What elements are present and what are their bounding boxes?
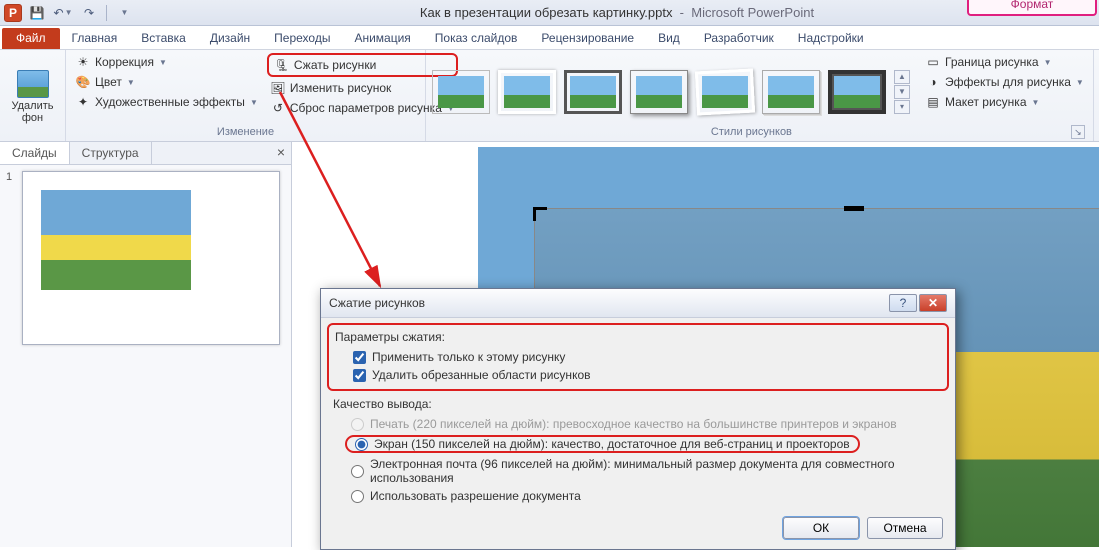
remove-background-button[interactable]: Удалить фон	[6, 53, 59, 141]
style-thumb[interactable]	[498, 70, 556, 114]
app-logo-icon: P	[4, 4, 22, 22]
quality-document-input[interactable]	[351, 490, 364, 503]
tab-animations[interactable]: Анимация	[342, 27, 422, 49]
slide-thumbnail[interactable]: 1	[6, 171, 285, 345]
tab-addins[interactable]: Надстройки	[786, 27, 876, 49]
quality-email-radio[interactable]: Электронная почта (96 пикселей на дюйм):…	[333, 455, 943, 487]
style-thumb[interactable]	[762, 70, 820, 114]
slides-tab[interactable]: Слайды	[0, 142, 70, 164]
cancel-button[interactable]: Отмена	[867, 517, 943, 539]
artistic-effects-icon: ✦	[75, 94, 91, 110]
apply-only-checkbox[interactable]: Применить только к этому рисунку	[335, 348, 941, 366]
ok-button[interactable]: ОК	[783, 517, 859, 539]
color-button[interactable]: 🎨Цвет▼	[72, 73, 261, 91]
ribbon-tabs: Файл Главная Вставка Дизайн Переходы Ани…	[0, 26, 1099, 50]
picture-border-button[interactable]: ▭Граница рисунка▼	[922, 53, 1087, 71]
filename: Как в презентации обрезать картинку.pptx	[420, 5, 673, 20]
highlight-params: Параметры сжатия: Применить только к это…	[327, 323, 949, 391]
remove-bg-label2: фон	[22, 112, 43, 124]
apply-only-input[interactable]	[353, 351, 366, 364]
corrections-icon: ☀	[75, 54, 91, 70]
delete-cropped-input[interactable]	[353, 369, 366, 382]
tab-review[interactable]: Рецензирование	[529, 27, 646, 49]
artistic-effects-button[interactable]: ✦Художественные эффекты▼	[72, 93, 261, 111]
tab-developer[interactable]: Разработчик	[692, 27, 786, 49]
quality-screen-input[interactable]	[355, 438, 368, 451]
style-thumb[interactable]	[564, 70, 622, 114]
adjust-group-label: Изменение	[72, 124, 419, 141]
thumbnail-image	[41, 190, 191, 290]
effects-icon: ◑	[925, 74, 941, 90]
dialog-close-button[interactable]: ✕	[919, 294, 947, 312]
picture-layout-button[interactable]: ▤Макет рисунка▼	[922, 93, 1087, 111]
dialog-help-button[interactable]: ?	[889, 294, 917, 312]
tab-file[interactable]: Файл	[2, 28, 60, 49]
highlight-screen-quality: Экран (150 пикселей на дюйм): качество, …	[345, 435, 860, 453]
tab-design[interactable]: Дизайн	[198, 27, 262, 49]
tab-format[interactable]: Формат	[967, 0, 1097, 16]
crop-handle[interactable]	[533, 207, 547, 221]
change-picture-icon: 🖼	[270, 80, 286, 96]
quality-document-radio[interactable]: Использовать разрешение документа	[333, 487, 943, 505]
layout-icon: ▤	[925, 94, 941, 110]
app-name: Microsoft PowerPoint	[691, 5, 814, 20]
style-thumb[interactable]	[828, 70, 886, 114]
ribbon: Удалить фон ☀Коррекция▼ 🎨Цвет▼ ✦Художест…	[0, 50, 1099, 142]
crop-handle[interactable]	[844, 206, 864, 211]
title-bar: P 💾 ↶▼ ↷ ▼ Как в презентации обрезать ка…	[0, 0, 1099, 26]
qat-save-icon[interactable]: 💾	[26, 2, 48, 24]
window-title: Как в презентации обрезать картинку.pptx…	[139, 5, 1095, 20]
slides-panel: Слайды Структура × 1	[0, 142, 292, 547]
quality-section-title: Качество вывода:	[333, 397, 943, 411]
tab-slideshow[interactable]: Показ слайдов	[423, 27, 530, 49]
style-thumb[interactable]	[630, 70, 688, 114]
quality-screen-radio[interactable]: Экран (150 пикселей на дюйм): качество, …	[353, 437, 852, 451]
compress-pictures-dialog: Сжатие рисунков ? ✕ Параметры сжатия: Пр…	[320, 288, 956, 550]
quality-print-radio: Печать (220 пикселей на дюйм): превосход…	[333, 415, 943, 433]
qat-customize-icon[interactable]: ▼	[113, 2, 135, 24]
styles-group-label: Стили рисунков	[432, 124, 1071, 141]
qat-redo-icon[interactable]: ↷	[78, 2, 100, 24]
dialog-title: Сжатие рисунков	[329, 296, 887, 310]
params-section-title: Параметры сжатия:	[335, 330, 941, 344]
styles-dialog-launcher[interactable]: ↘	[1071, 125, 1085, 139]
border-icon: ▭	[925, 54, 941, 70]
compress-icon: 🗜	[274, 57, 290, 73]
tab-view[interactable]: Вид	[646, 27, 692, 49]
reset-picture-icon: ↺	[270, 100, 286, 116]
qat-undo-icon[interactable]: ↶▼	[52, 2, 74, 24]
picture-styles-gallery: ▲▼▾	[432, 53, 910, 124]
dialog-titlebar[interactable]: Сжатие рисунков ? ✕	[321, 289, 955, 318]
tab-home[interactable]: Главная	[60, 27, 130, 49]
delete-cropped-checkbox[interactable]: Удалить обрезанные области рисунков	[335, 366, 941, 384]
remove-background-icon	[17, 70, 49, 98]
tab-insert[interactable]: Вставка	[129, 27, 198, 49]
outline-tab[interactable]: Структура	[70, 142, 152, 164]
corrections-button[interactable]: ☀Коррекция▼	[72, 53, 261, 71]
gallery-scroll[interactable]: ▲▼▾	[894, 70, 910, 114]
remove-bg-label1: Удалить	[12, 100, 54, 112]
quality-print-input	[351, 418, 364, 431]
slide-number: 1	[6, 171, 16, 345]
tab-transitions[interactable]: Переходы	[262, 27, 342, 49]
style-thumb[interactable]	[696, 70, 754, 114]
panel-close-icon[interactable]: ×	[271, 142, 291, 164]
qat-separator	[106, 5, 107, 21]
quality-email-input[interactable]	[351, 465, 364, 478]
color-icon: 🎨	[75, 74, 91, 90]
style-thumb[interactable]	[432, 70, 490, 114]
picture-effects-button[interactable]: ◑Эффекты для рисунка▼	[922, 73, 1087, 91]
